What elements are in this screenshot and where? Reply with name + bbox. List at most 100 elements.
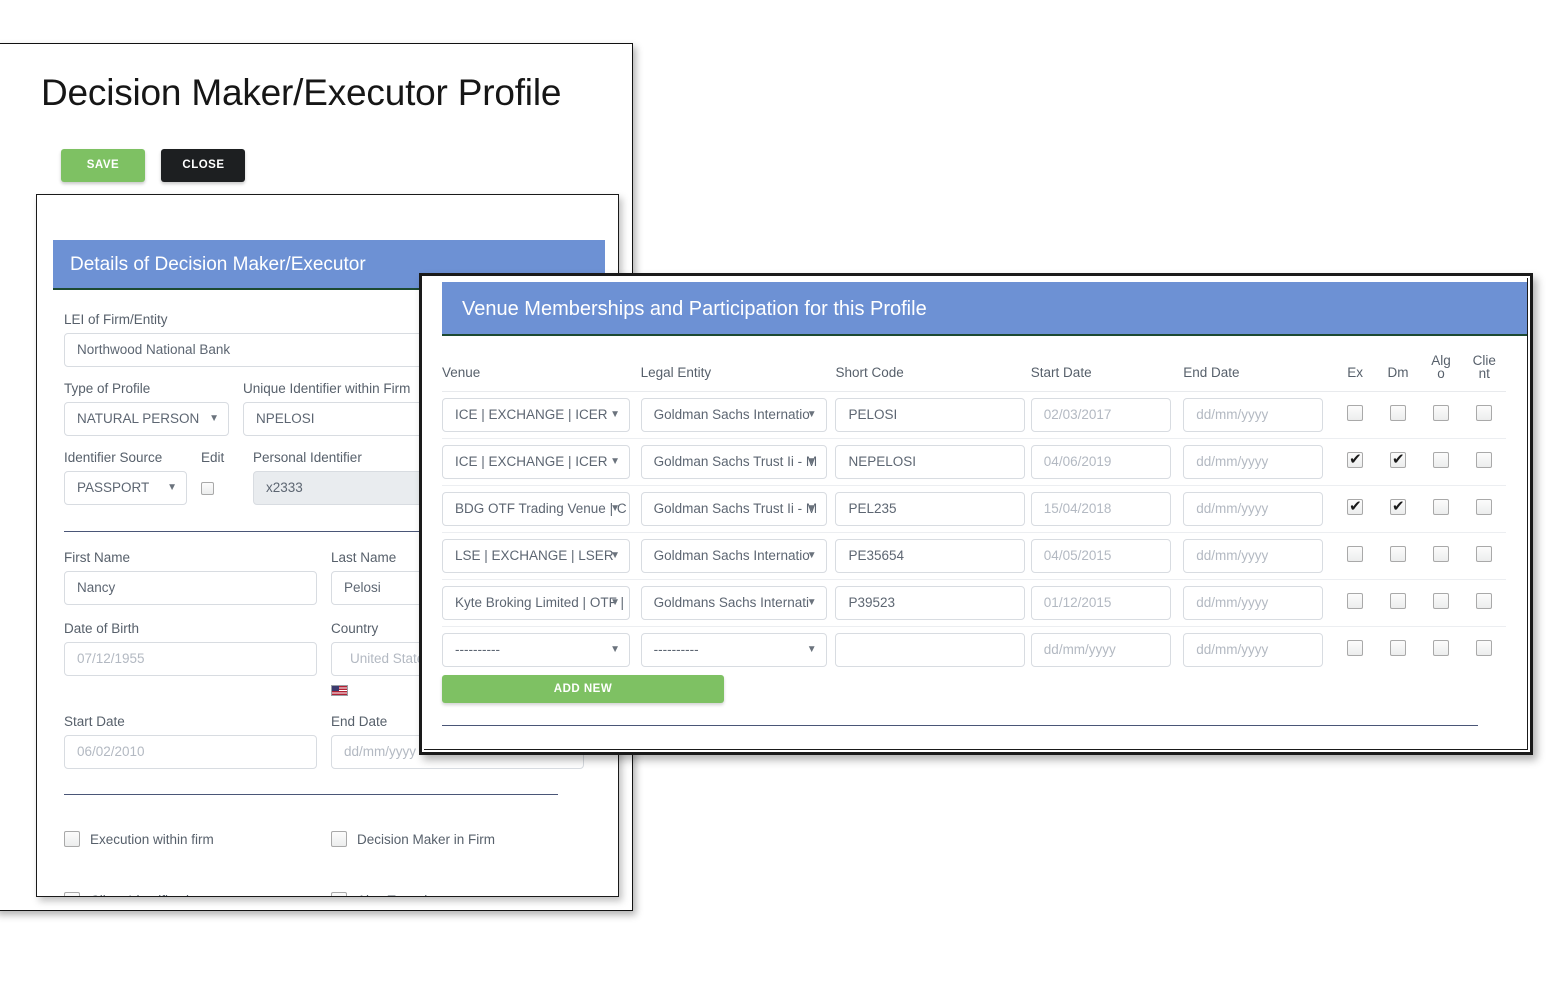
- start-date-input[interactable]: 04/06/2019: [1030, 445, 1171, 479]
- legal-entity-cell: ---------- ▼: [640, 627, 836, 674]
- legal-entity-select[interactable]: Goldmans Sachs Internati ▼: [640, 586, 827, 620]
- client-checkbox[interactable]: [1476, 545, 1493, 562]
- action-button-row: SAVE CLOSE: [61, 149, 246, 182]
- legal-entity-cell: Goldman Sachs Trust Ii - M ▼: [640, 438, 836, 486]
- end-date-input[interactable]: dd/mm/yyyy: [1183, 633, 1324, 667]
- venue-table-body: ICE | EXCHANGE | ICER ▼ Goldman Sachs Inte…: [442, 391, 1506, 674]
- client-checkbox[interactable]: [1476, 592, 1493, 609]
- legal-entity-select[interactable]: Goldman Sachs Trust Ii - M ▼: [640, 445, 827, 479]
- short-code-input[interactable]: PELOSI: [835, 398, 1026, 432]
- legal-entity-value: Goldman Sachs Internatio: [653, 548, 810, 563]
- identifier-source-select[interactable]: PASSPORT ▼: [64, 471, 187, 505]
- short-code-input[interactable]: PEL235: [835, 492, 1026, 526]
- client-checkbox[interactable]: [1476, 451, 1493, 468]
- legal-entity-select[interactable]: Goldman Sachs Internatio ▼: [640, 398, 827, 432]
- client-checkbox[interactable]: [1476, 639, 1493, 656]
- algo-tested-row[interactable]: Algo Tested: [331, 892, 584, 896]
- date-of-birth-input[interactable]: 07/12/1955: [64, 642, 317, 676]
- algo-checkbox[interactable]: [1433, 404, 1450, 421]
- decision-maker-in-firm-checkbox[interactable]: [331, 831, 347, 847]
- close-button[interactable]: CLOSE: [161, 149, 246, 182]
- legal-entity-select[interactable]: ---------- ▼: [640, 633, 827, 667]
- short-code-cell: PE35654: [835, 532, 1031, 580]
- add-new-button[interactable]: ADD NEW: [442, 675, 724, 703]
- algo-checkbox[interactable]: [1433, 545, 1450, 562]
- start-date-input[interactable]: 06/02/2010: [64, 735, 317, 769]
- end-date-input[interactable]: dd/mm/yyyy: [1183, 586, 1324, 620]
- algo-cell: [1420, 627, 1463, 674]
- legal-entity-value: Goldmans Sachs Internati: [653, 595, 809, 610]
- dm-checkbox[interactable]: [1389, 639, 1406, 656]
- client-checkbox[interactable]: [1476, 498, 1493, 515]
- col-end-date: End Date: [1183, 354, 1334, 392]
- chevron-down-icon: ▼: [610, 550, 620, 561]
- save-button[interactable]: SAVE: [61, 149, 145, 182]
- ex-checkbox[interactable]: [1347, 639, 1364, 656]
- edit-checkbox[interactable]: [201, 481, 214, 495]
- dm-checkbox[interactable]: [1389, 497, 1406, 515]
- col-ex: Ex: [1333, 354, 1377, 392]
- start-date-input[interactable]: 15/04/2018: [1030, 492, 1171, 526]
- short-code-input[interactable]: P39523: [835, 586, 1026, 620]
- client-cell: [1462, 579, 1506, 627]
- client-identification-checkbox[interactable]: [64, 892, 80, 896]
- start-date-cell: 04/05/2015: [1030, 532, 1184, 580]
- dm-cell: [1376, 485, 1420, 533]
- venue-select[interactable]: ---------- ▼: [442, 633, 630, 667]
- ex-checkbox[interactable]: [1347, 404, 1364, 421]
- dm-checkbox[interactable]: [1389, 450, 1406, 468]
- client-cell: [1462, 532, 1506, 580]
- execution-within-firm-row[interactable]: Execution within firm: [64, 831, 317, 847]
- algo-checkbox[interactable]: [1433, 592, 1450, 609]
- col-start-date: Start Date: [1030, 354, 1184, 392]
- ex-checkbox[interactable]: [1347, 592, 1364, 609]
- short-code-input[interactable]: NEPELOSI: [835, 445, 1026, 479]
- end-date-input[interactable]: dd/mm/yyyy: [1183, 492, 1324, 526]
- dm-checkbox[interactable]: [1389, 404, 1406, 421]
- client-checkbox[interactable]: [1476, 404, 1493, 421]
- short-code-input[interactable]: [835, 633, 1026, 667]
- dm-cell: [1376, 627, 1419, 674]
- algo-checkbox[interactable]: [1433, 451, 1450, 468]
- end-date-input[interactable]: dd/mm/yyyy: [1183, 445, 1324, 479]
- legal-entity-select[interactable]: Goldman Sachs Trust Ii - M ▼: [640, 492, 827, 526]
- client-identification-row[interactable]: Client Identification: [64, 892, 317, 896]
- end-date-input[interactable]: dd/mm/yyyy: [1183, 398, 1324, 432]
- algo-checkbox[interactable]: [1433, 639, 1450, 656]
- ex-checkbox[interactable]: [1347, 497, 1364, 515]
- type-of-profile-select[interactable]: NATURAL PERSON ▼: [64, 402, 229, 436]
- decision-maker-in-firm-row[interactable]: Decision Maker in Firm: [331, 831, 584, 847]
- panel-bottom-divider: [442, 725, 1478, 726]
- venue-cell: ---------- ▼: [442, 627, 641, 674]
- start-date-cell: 01/12/2015: [1030, 579, 1184, 627]
- algo-tested-checkbox[interactable]: [331, 892, 347, 896]
- short-code-input[interactable]: PE35654: [835, 539, 1026, 573]
- chevron-down-icon: ▼: [806, 456, 817, 467]
- start-date-input[interactable]: 04/05/2015: [1030, 539, 1171, 573]
- dm-checkbox[interactable]: [1389, 592, 1406, 609]
- venue-select[interactable]: LSE | EXCHANGE | LSER ▼: [442, 539, 630, 573]
- start-date-input[interactable]: 02/03/2017: [1030, 398, 1171, 432]
- legal-entity-select[interactable]: Goldman Sachs Internatio ▼: [640, 539, 827, 573]
- ex-checkbox[interactable]: [1347, 450, 1364, 468]
- algo-cell: [1419, 438, 1463, 486]
- venue-select[interactable]: ICE | EXCHANGE | ICER ▼: [442, 445, 630, 479]
- algo-checkbox[interactable]: [1433, 498, 1450, 515]
- legal-entity-value: Goldman Sachs Trust Ii - M: [653, 454, 818, 469]
- chevron-down-icon: ▼: [806, 503, 817, 514]
- end-date-input[interactable]: dd/mm/yyyy: [1183, 539, 1324, 573]
- start-date-input[interactable]: 01/12/2015: [1030, 586, 1171, 620]
- venue-select[interactable]: Kyte Broking Limited | OTF | ▼: [442, 586, 630, 620]
- short-code-cell: PELOSI: [835, 391, 1031, 439]
- legal-entity-cell: Goldman Sachs Trust Ii - M ▼: [640, 485, 836, 533]
- dm-checkbox[interactable]: [1389, 545, 1406, 562]
- first-name-input[interactable]: Nancy: [64, 571, 317, 605]
- venue-select[interactable]: ICE | EXCHANGE | ICER ▼: [442, 398, 630, 432]
- short-code-cell: PEL235: [835, 485, 1031, 533]
- client-cell: [1463, 627, 1506, 674]
- start-date-input[interactable]: dd/mm/yyyy: [1030, 633, 1171, 667]
- execution-within-firm-checkbox[interactable]: [64, 831, 80, 847]
- legal-entity-cell: Goldman Sachs Internatio ▼: [640, 532, 836, 580]
- venue-select[interactable]: BDG OTF Trading Venue | C ▼: [442, 492, 630, 526]
- ex-checkbox[interactable]: [1347, 545, 1364, 562]
